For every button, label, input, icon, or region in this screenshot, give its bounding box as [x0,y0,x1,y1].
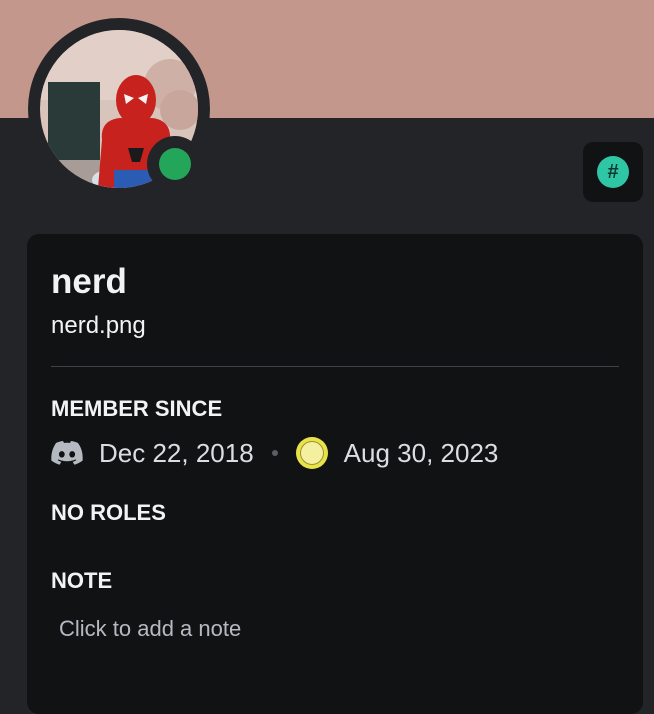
online-status-icon [159,148,191,180]
roles-title: NO ROLES [51,500,166,525]
server-icon[interactable] [295,437,328,469]
member-since-title: MEMBER SINCE [51,396,223,421]
username: nerd.png [51,312,146,339]
separator-dot [271,450,278,456]
profile-card: nerd nerd.png MEMBER SINCE Dec 22, 2018 … [27,234,643,714]
status-indicator [147,136,203,192]
server-join-date: Aug 30, 2023 [343,437,499,468]
note-input[interactable]: Click to add a note [59,616,241,642]
display-name: nerd [51,262,127,301]
hashtag-icon: # [597,156,629,188]
server-icon-inner [299,441,324,465]
member-since-row: Dec 22, 2018 Aug 30, 2023 [51,436,498,470]
note-title: NOTE [51,568,113,593]
discord-join-date: Dec 22, 2018 [99,437,254,468]
discord-logo-icon[interactable] [51,441,83,465]
divider [51,366,619,367]
profile-badge[interactable]: # [583,142,643,202]
